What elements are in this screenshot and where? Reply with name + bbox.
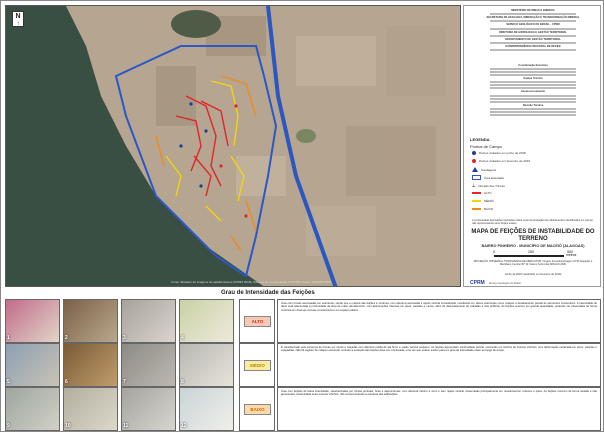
level-badge: MÉDIO <box>244 360 271 371</box>
intensity-row: 1 2 3 4 ALTO Área com trincas acentuadas em e… <box>5 299 601 343</box>
photo-number: 8 <box>181 379 184 385</box>
scale-label: 250 <box>528 250 534 254</box>
credit-line: Geoprocessamento <box>520 90 546 94</box>
cprm-logo: CPRM <box>470 280 485 286</box>
north-arrow: N ↑ <box>12 11 24 27</box>
photo-number: 5 <box>7 379 10 385</box>
field-photo: 3 <box>121 299 176 343</box>
photo-number: 9 <box>7 423 10 429</box>
north-label: N <box>15 13 21 20</box>
field-photo: 11 <box>121 387 176 431</box>
scale-unit: metros <box>566 253 577 257</box>
level-badge: ALTO <box>244 316 271 327</box>
legend-symbol-icon <box>472 175 481 180</box>
institution-line: DEPARTAMENTO DE GESTÃO TERRITORIAL <box>505 37 561 41</box>
field-photo: 1 <box>5 299 60 343</box>
photo-number: 3 <box>123 335 126 341</box>
legend-item: ⟂ Direção das Trincas <box>472 183 505 189</box>
level-description: Área com feições de baixa intensidade, c… <box>277 387 601 431</box>
legend-symbol-icon <box>472 159 476 163</box>
photo-number: 4 <box>181 335 184 341</box>
field-photo: 12 <box>179 387 234 431</box>
credit-line: Coordenação Executiva <box>518 64 548 67</box>
map-poster: N ↑ Fonte: Mosaico de imagens do satélit… <box>0 0 604 432</box>
legend-label: MÉDIO <box>484 199 494 203</box>
institution-line: SECRETARIA DE GEOLOGIA, MINERAÇÃO E TRAN… <box>486 16 580 20</box>
legend-title: LEGENDA <box>470 137 490 142</box>
side-panel: MINISTÉRIO DE MINAS E ENERGIA SECRETARIA … <box>463 5 601 287</box>
level-badge: BAIXO <box>244 404 271 415</box>
credits-block: Coordenação Executiva Equipe Técnica Geopr… <box>472 64 594 117</box>
legend-symbol-icon: ⟂ <box>472 183 476 189</box>
legend-label: BAIXO <box>484 207 494 211</box>
projection-note: PROJEÇÃO UNIVERSAL TRANSVERSA DE MERCATO… <box>473 260 593 267</box>
institution-line: SERVIÇO GEOLÓGICO DO BRASIL - CPRM <box>506 23 560 27</box>
level-cell: MÉDIO <box>239 343 275 387</box>
photo-number: 10 <box>65 423 71 429</box>
legend-label: Pontos visitados em junho de 2018 <box>479 151 526 155</box>
legend-item: Sondagens <box>472 167 496 172</box>
legend-item: ALTO <box>472 191 492 195</box>
photo-number: 1 <box>7 335 10 341</box>
field-photo: 2 <box>63 299 118 343</box>
map-title: MAPA DE FEIÇÕES DE INSTABILIDADE DO TERR… <box>471 229 595 242</box>
photo-number: 2 <box>65 335 68 341</box>
map-subtitle: BAIRRO PINHEIRO - MUNICÍPIO DE MACEIÓ (A… <box>481 244 585 248</box>
field-photo: 7 <box>121 343 176 387</box>
legend-symbol-icon <box>472 208 481 210</box>
photo-number: 11 <box>123 423 129 429</box>
field-photo: 8 <box>179 343 234 387</box>
institution-line: DIRETORIA DE HIDROLOGIA E GESTÃO TERRITO… <box>499 30 567 34</box>
legend-item: MÉDIO <box>472 199 494 203</box>
level-cell: BAIXO <box>239 387 275 431</box>
legend-item: Área Estudada <box>472 175 504 180</box>
institution-line: MINISTÉRIO DE MINAS E ENERGIA <box>511 9 555 12</box>
intensity-row: 5 6 7 8 MÉDIO É caracterizado pela presença d… <box>5 343 601 387</box>
photo-number: 7 <box>123 379 126 385</box>
scale-labels: 0 250 500 <box>493 250 573 254</box>
credit-line: Equipe Técnica <box>523 77 543 81</box>
legend-item: Pontos visitados em junho de 2018 <box>472 151 526 155</box>
level-description: Área com trincas acentuadas em estrutura… <box>277 299 601 343</box>
green-area <box>171 10 221 38</box>
legend-subtitle: Pontos de Campo <box>470 144 503 149</box>
scale-label: 0 <box>493 250 495 254</box>
map-frame: N ↑ Fonte: Mosaico de imagens do satélit… <box>5 5 461 287</box>
legend-symbol-icon <box>472 167 478 172</box>
intensity-row: 9 10 11 12 BAIXO Área com feições de baixa in… <box>5 387 601 431</box>
legend-label: Pontos visitados em fevereiro de 2019 <box>479 159 531 163</box>
field-photo: 9 <box>5 387 60 431</box>
legend-label: Área Estudada <box>484 175 504 180</box>
institution-block: MINISTÉRIO DE MINAS E ENERGIA SECRETARIA … <box>472 9 594 52</box>
credit-line: Revisão Técnica <box>522 103 544 107</box>
level-description: É caracterizado pela presença de trincas… <box>277 343 601 387</box>
field-photo: 4 <box>179 299 234 343</box>
field-photo: 5 <box>5 343 60 387</box>
scale-bar <box>494 255 564 257</box>
photo-number: 12 <box>181 423 187 429</box>
level-cell: ALTO <box>239 299 275 343</box>
legend-symbol-icon <box>472 151 476 155</box>
field-photo: 6 <box>63 343 118 387</box>
institution-line: SUPERINTENDÊNCIA REGIONAL DE RECIFE <box>505 45 561 49</box>
logo-row: CPRM Serviço Geológico do Brasil <box>470 279 596 287</box>
field-photo: 10 <box>63 387 118 431</box>
map-note: A continuidade das feições ilustradas in… <box>472 219 594 226</box>
legend-label: ALTO <box>484 191 492 195</box>
legend-item: BAIXO <box>472 207 493 211</box>
grid-title: Grau de Intensidade das Feições <box>221 290 315 296</box>
legend-symbol-icon <box>472 192 481 194</box>
legend-label: Direção das Trincas <box>478 184 505 188</box>
gov-logo: Serviço Geológico do Brasil <box>488 281 521 285</box>
stadium-area <box>296 129 316 143</box>
date-note: Junho de 2018 (atualizado em fevereiro d… <box>504 273 562 276</box>
map-caption: Fonte: Mosaico de imagens do satélite Ik… <box>171 280 331 284</box>
satellite-map <box>6 6 460 286</box>
legend-label: Sondagens <box>481 167 497 172</box>
legend-symbol-icon <box>472 200 481 202</box>
photo-number: 6 <box>65 379 68 385</box>
legend-item: Pontos visitados em fevereiro de 2019 <box>472 159 530 163</box>
